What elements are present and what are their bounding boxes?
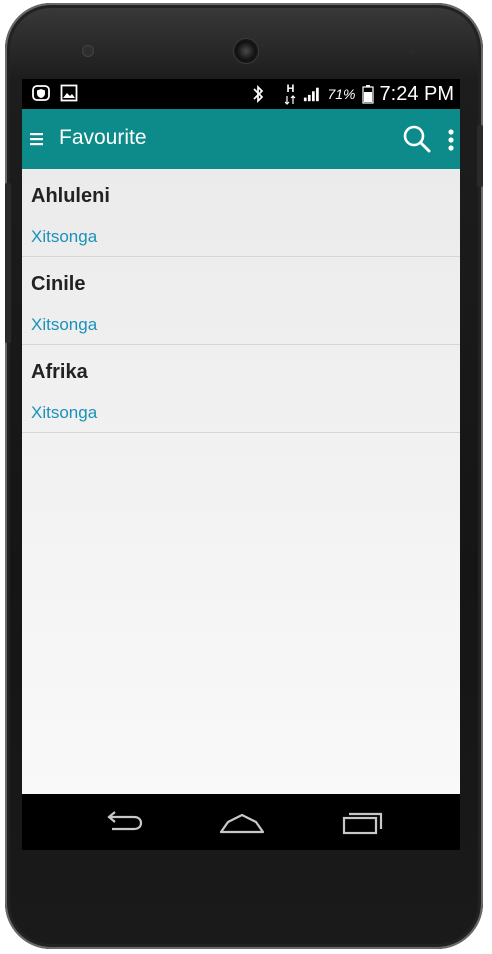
notification-icons	[32, 84, 78, 102]
volume-button[interactable]	[5, 183, 11, 343]
earpiece-speaker	[234, 39, 258, 63]
search-icon[interactable]	[402, 124, 432, 154]
system-icons: H 71% 7:24 PM	[249, 81, 454, 107]
menu-icon[interactable]	[29, 130, 45, 148]
clock: 7:24 PM	[379, 82, 454, 105]
language-label: Xitsonga	[31, 315, 98, 334]
list-item[interactable]: Ahluleni Xitsonga	[22, 169, 460, 257]
language-label: Xitsonga	[31, 227, 98, 246]
data-arrows-icon: H	[283, 82, 297, 105]
back-icon[interactable]	[98, 808, 146, 836]
network-type-label: H	[286, 82, 295, 95]
signal-icon	[303, 85, 321, 103]
overflow-menu-icon[interactable]	[446, 128, 456, 152]
battery-icon	[361, 85, 374, 104]
proximity-sensor	[409, 49, 415, 55]
bluetooth-icon	[249, 84, 267, 104]
word-title: Ahluleni	[31, 185, 110, 207]
home-icon[interactable]	[218, 808, 266, 836]
recent-apps-icon[interactable]	[340, 808, 388, 836]
app-toolbar: Favourite	[22, 109, 460, 169]
front-camera	[83, 46, 93, 56]
list-item[interactable]: Afrika Xitsonga	[22, 345, 460, 433]
page-title: Favourite	[59, 126, 147, 149]
status-bar: H 71% 7:24 PM	[22, 79, 460, 109]
gallery-notification-icon	[60, 84, 78, 102]
battery-percent: 71%	[327, 86, 356, 102]
navigation-bar	[22, 794, 460, 850]
word-title: Cinile	[31, 273, 86, 295]
screen: H 71% 7:24 PM Favourite Ahluleni Xitsong…	[22, 79, 460, 850]
power-button[interactable]	[477, 125, 483, 187]
favourites-list: Ahluleni Xitsonga Cinile Xitsonga Afrika…	[22, 169, 460, 794]
shield-notification-icon	[32, 84, 50, 102]
word-title: Afrika	[31, 361, 88, 383]
list-item[interactable]: Cinile Xitsonga	[22, 257, 460, 345]
language-label: Xitsonga	[31, 403, 98, 422]
